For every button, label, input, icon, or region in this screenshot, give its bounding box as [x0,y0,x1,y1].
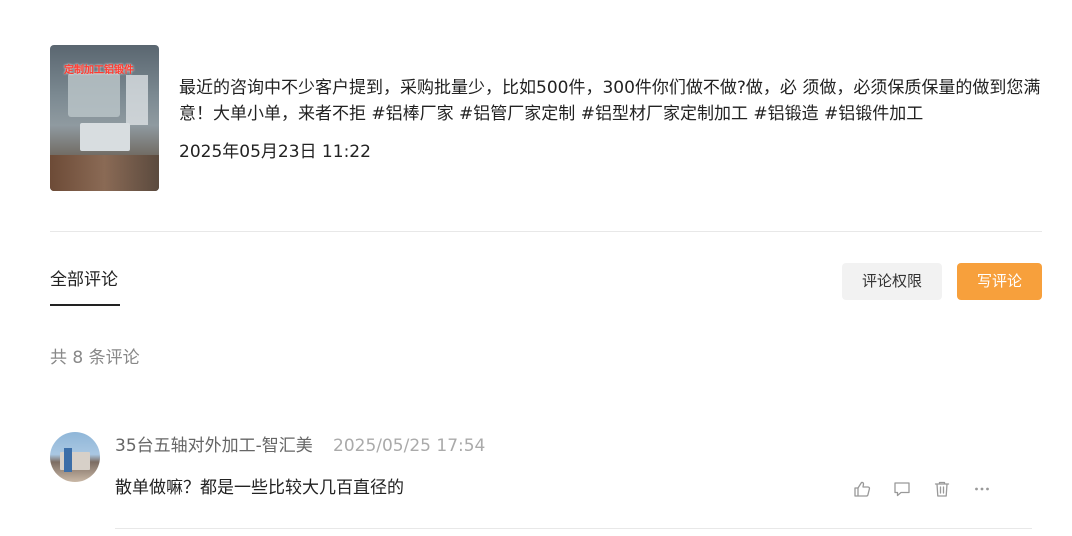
thumbnail-machine-column [126,75,148,125]
comment-text: 散单做嘛？都是一些比较大几百直径的 [115,478,404,498]
comment-permission-button[interactable]: 评论权限 [842,263,942,300]
comment-author[interactable]: 35台五轴对外加工-智汇美 [115,434,313,458]
post-text: 最近的咨询中不少客户提到，采购批量少，比如500件，300件你们做不做?做，必 … [179,78,1041,124]
post-header: 定制加工铝锻件 最近的咨询中不少客户提到，采购批量少，比如500件，300件你们… [50,45,1042,191]
avatar[interactable] [50,432,100,482]
tab-all-comments[interactable]: 全部评论 [50,268,118,292]
comment-icon[interactable] [893,480,911,498]
thumbnail-machine-part [68,73,120,117]
thumbnail-caption: 定制加工铝锻件 [64,65,134,76]
thumbs-up-icon[interactable] [853,480,871,498]
avatar-building-facade [64,448,72,472]
write-comment-button[interactable]: 写评论 [957,263,1042,300]
comment-divider [115,528,1032,529]
trash-icon[interactable] [933,480,951,498]
comment-time: 2025/05/25 17:54 [333,436,486,456]
post-thumbnail[interactable]: 定制加工铝锻件 [50,45,159,191]
thumbnail-floor [50,155,159,191]
more-icon[interactable] [973,480,991,498]
tab-active-underline [50,304,120,306]
post-date: 2025年05月23日 11:22 [179,142,371,162]
section-divider [50,231,1042,232]
thumbnail-workpiece [80,123,130,151]
comment-count: 共 8 条评论 [50,348,140,368]
